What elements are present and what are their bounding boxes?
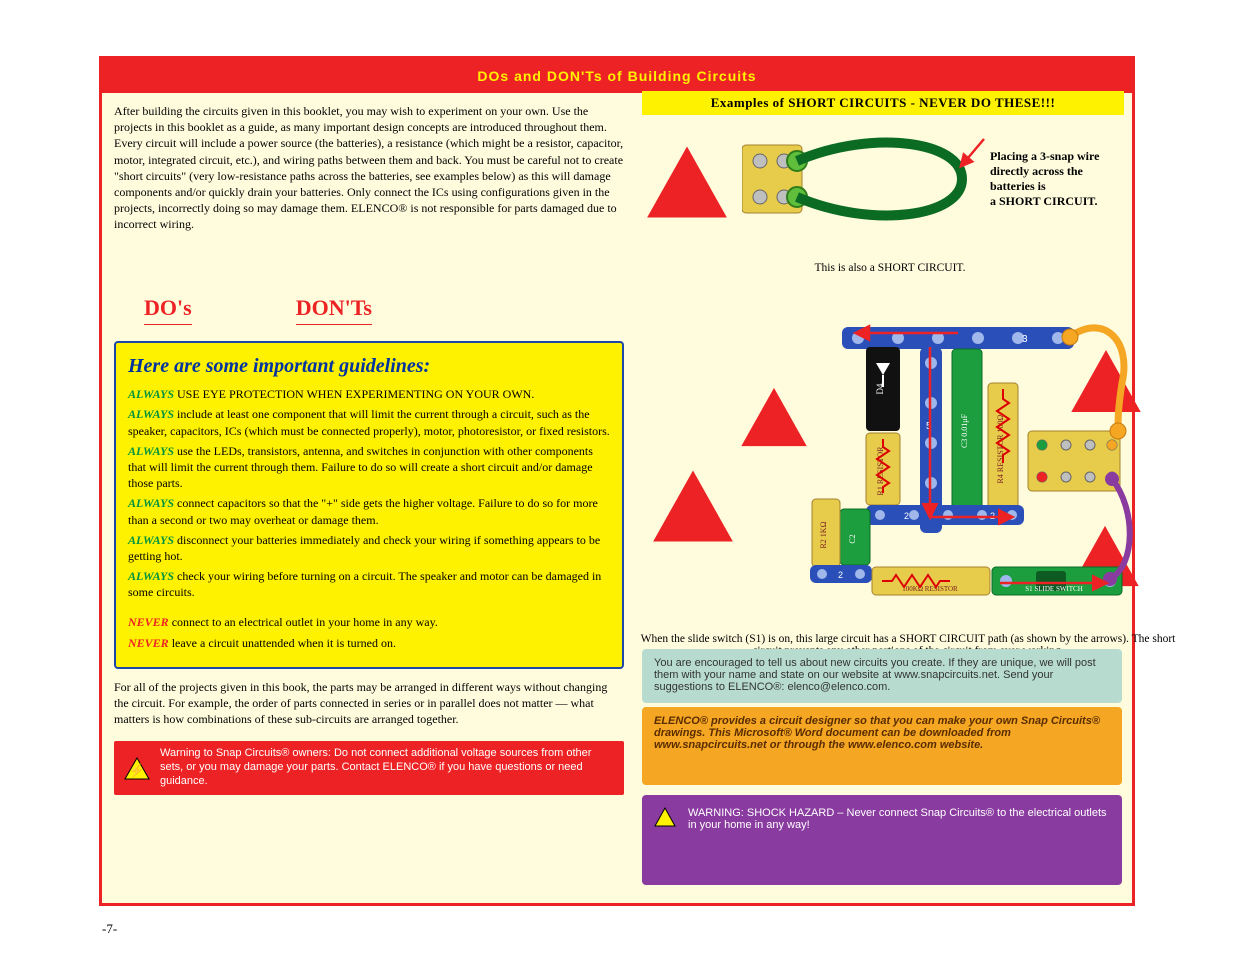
- guideline-text: disconnect your batteries immediately an…: [128, 533, 600, 563]
- svg-text:2: 2: [838, 570, 843, 580]
- always-label: ALWAYS: [128, 387, 174, 401]
- always-label: ALWAYS: [128, 496, 174, 510]
- right-column: Examples of SHORT CIRCUITS - NEVER DO TH…: [642, 93, 1132, 805]
- svg-text:C2: C2: [848, 534, 857, 543]
- never-label: NEVER: [128, 615, 169, 629]
- left-column: After building the circuits given in thi…: [102, 93, 642, 805]
- short-also-label: This is also a SHORT CIRCUIT.: [690, 261, 1090, 276]
- page-number: -7-: [102, 921, 117, 937]
- guideline-text: check your wiring before turning on a ci…: [128, 569, 601, 599]
- page-title: DOs and DON'Ts of Building Circuits: [477, 68, 756, 84]
- guideline-text: include at least one component that will…: [128, 407, 610, 437]
- triangle-icon: [738, 385, 810, 449]
- title-bar: DOs and DON'Ts of Building Circuits: [102, 59, 1132, 93]
- svg-text:100KΩ RESISTOR: 100KΩ RESISTOR: [902, 585, 958, 593]
- svg-text:C3 0.01μF: C3 0.01μF: [960, 413, 969, 448]
- large-circuit-graphic: 3 5 D4 R1 RESISTOR C3 0.01μF R4 RE: [802, 319, 1140, 615]
- page: DOs and DON'Ts of Building Circuits Afte…: [99, 56, 1135, 906]
- always-label: ALWAYS: [128, 533, 174, 547]
- short-caption: Placing a 3-snap wire directly across th…: [990, 149, 1120, 209]
- guidelines-title: Here are some important guidelines:: [128, 353, 610, 380]
- svg-text:⚡: ⚡: [129, 763, 145, 779]
- guideline-text: leave a circuit unattended when it is tu…: [172, 636, 396, 650]
- design-paragraph: For all of the projects given in this bo…: [114, 679, 624, 728]
- triangle-icon: [648, 467, 738, 545]
- columns: After building the circuits given in thi…: [102, 93, 1132, 805]
- always-label: ALWAYS: [128, 569, 174, 583]
- heading-dos: DO's: [144, 293, 192, 326]
- heading-donts: DON'Ts: [296, 293, 372, 326]
- shock-icon: ⚡: [124, 757, 150, 780]
- short-circuit-banner: Examples of SHORT CIRCUITS - NEVER DO TH…: [642, 91, 1124, 115]
- purple-warning-box: WARNING: SHOCK HAZARD – Never connect Sn…: [642, 795, 1122, 885]
- svg-text:3: 3: [1022, 334, 1028, 345]
- guideline-text: connect to an electrical outlet in your …: [172, 615, 438, 629]
- always-label: ALWAYS: [128, 444, 174, 458]
- guidelines-box: Here are some important guidelines: ALWA…: [114, 341, 624, 669]
- svg-text:2: 2: [904, 511, 909, 521]
- intro-paragraph: After building the circuits given in thi…: [114, 103, 624, 233]
- guideline-text: USE EYE PROTECTION WHEN EXPERIMENTING ON…: [177, 387, 534, 401]
- purple-warning-text: WARNING: SHOCK HAZARD – Never connect Sn…: [688, 807, 1110, 831]
- svg-text:S1 SLIDE SWITCH: S1 SLIDE SWITCH: [1025, 585, 1083, 593]
- never-label: NEVER: [128, 636, 169, 650]
- svg-text:R2 1KΩ: R2 1KΩ: [819, 521, 828, 548]
- triangle-icon: [654, 807, 676, 827]
- always-label: ALWAYS: [128, 407, 174, 421]
- teal-info-box: You are encouraged to tell us about new …: [642, 649, 1122, 703]
- orange-info-box: ELENCO® provides a circuit designer so t…: [642, 707, 1122, 785]
- warning-bar: ⚡ Warning to Snap Circuits® owners: Do n…: [114, 741, 624, 794]
- short-circuit-graphic: [742, 135, 1002, 225]
- warning-bar-text: Warning to Snap Circuits® owners: Do not…: [160, 747, 614, 788]
- triangle-icon: [642, 143, 732, 221]
- guideline-text: use the LEDs, transistors, antenna, and …: [128, 444, 593, 490]
- guideline-text: connect capacitors so that the "+" side …: [128, 496, 598, 526]
